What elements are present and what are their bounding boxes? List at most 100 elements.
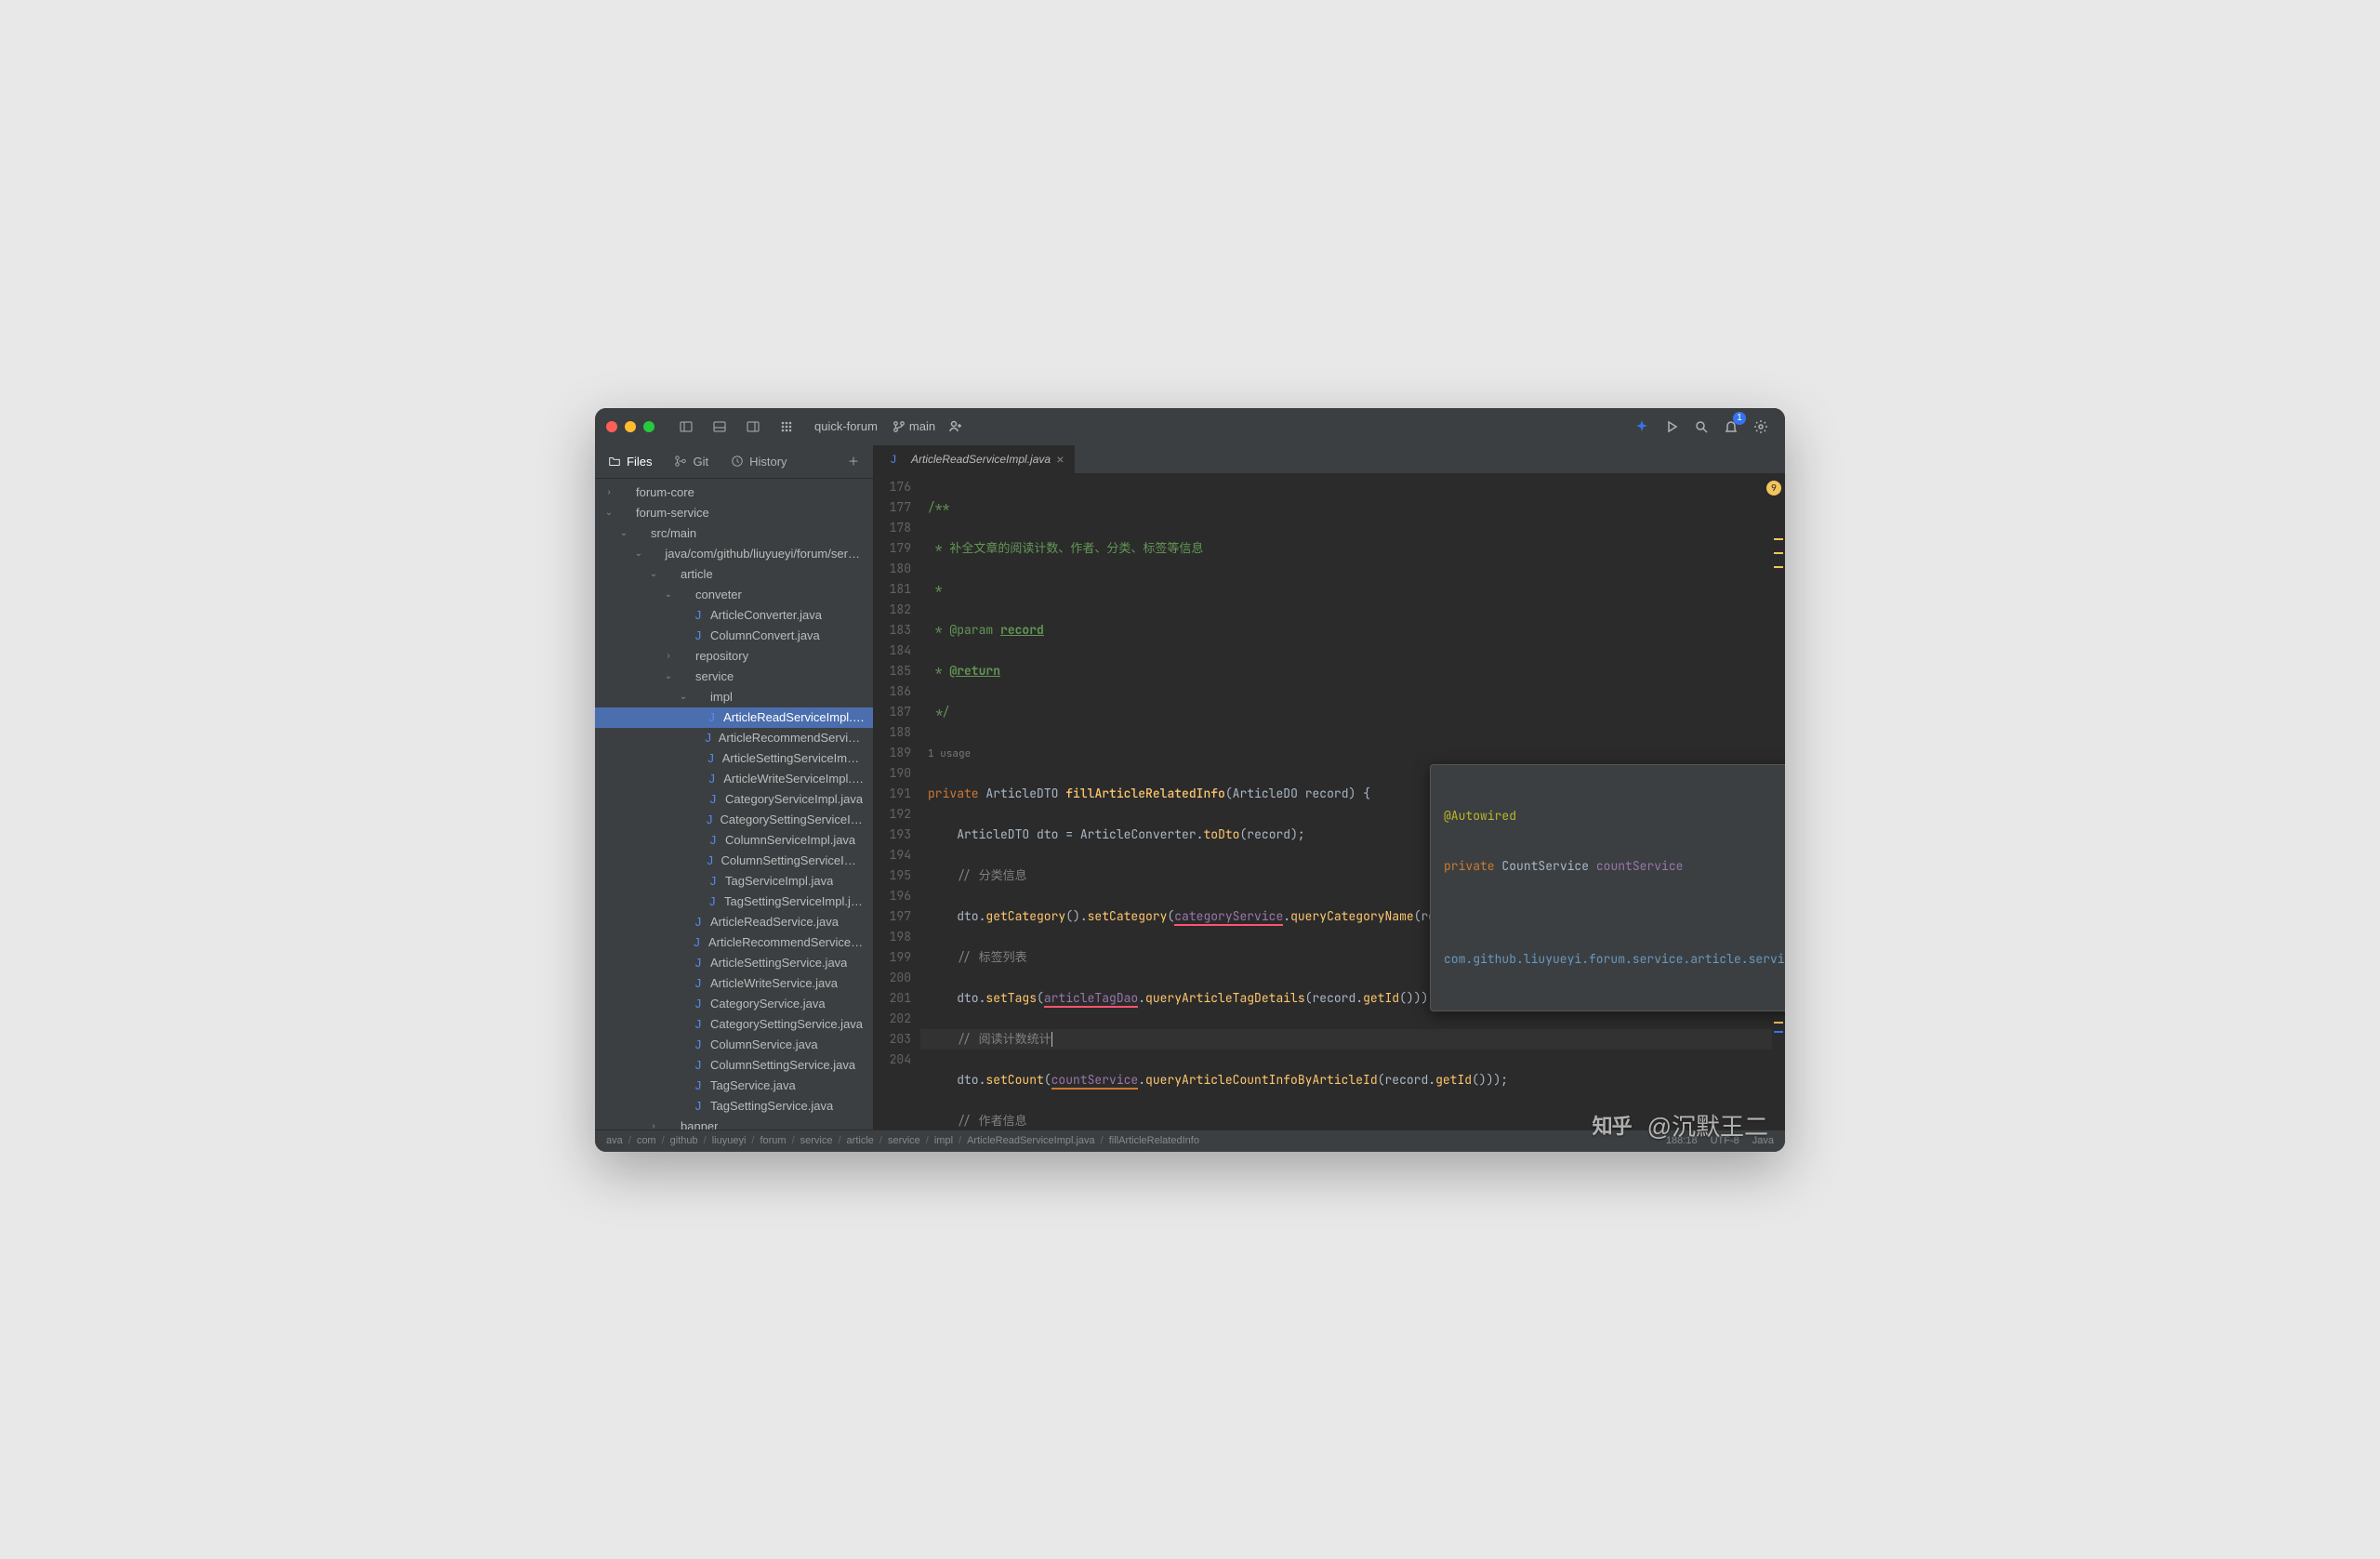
tree-item-label: impl <box>710 690 733 704</box>
breadcrumb-segment[interactable]: ava <box>606 1135 623 1146</box>
breadcrumb-segment[interactable]: impl <box>934 1135 953 1146</box>
cursor-position[interactable]: 188:18 <box>1666 1135 1698 1146</box>
tab-git-label: Git <box>693 455 708 469</box>
file-tree-file[interactable]: JArticleReadServiceImpl.java <box>595 707 873 728</box>
file-tree-file[interactable]: JColumnService.java <box>595 1035 873 1055</box>
breadcrumb-segment[interactable]: liuyueyi <box>712 1135 747 1146</box>
editor-area: J ArticleReadServiceImpl.java × 17617717… <box>874 445 1785 1130</box>
file-tree-file[interactable]: JArticleSettingService.java <box>595 953 873 973</box>
breadcrumb[interactable]: ava/com/github/liuyueyi/forum/service/ar… <box>606 1135 1199 1146</box>
tab-files[interactable]: Files <box>602 451 657 472</box>
apps-icon[interactable] <box>774 414 800 440</box>
file-tree-file[interactable]: JTagSettingServiceImpl.java <box>595 892 873 912</box>
tab-history-label: History <box>749 455 787 469</box>
breadcrumb-segment[interactable]: com <box>637 1135 656 1146</box>
panel-left-icon[interactable] <box>673 414 699 440</box>
file-encoding[interactable]: UTF-8 <box>1711 1135 1739 1146</box>
warning-count-badge[interactable]: 9 <box>1766 481 1781 495</box>
file-tabs: J ArticleReadServiceImpl.java × <box>874 445 1785 473</box>
chevron-icon: ⌄ <box>617 528 630 538</box>
breadcrumb-segment[interactable]: fillArticleRelatedInfo <box>1109 1135 1199 1146</box>
panel-right-icon[interactable] <box>740 414 766 440</box>
close-tab-icon[interactable]: × <box>1056 452 1064 467</box>
tab-history[interactable]: History <box>725 451 792 472</box>
code-editor[interactable]: 1761771781791801811821831841851861871881… <box>874 473 1785 1130</box>
tree-item-label: CategoryServiceImpl.java <box>725 792 863 806</box>
file-tree-file[interactable]: JArticleWriteServiceImpl.java <box>595 769 873 789</box>
maximize-window-button[interactable] <box>643 421 654 432</box>
add-user-icon[interactable] <box>943 414 969 440</box>
file-tree-file[interactable]: JColumnSettingService.java <box>595 1055 873 1076</box>
file-tree[interactable]: ›forum-core⌄forum-service⌄src/main⌄java/… <box>595 479 873 1130</box>
file-tree-file[interactable]: JColumnSettingServiceImpl.java <box>595 851 873 871</box>
file-tree-file[interactable]: JArticleConverter.java <box>595 605 873 626</box>
file-tree-folder[interactable]: ⌄java/com/github/liuyueyi/forum/service <box>595 544 873 564</box>
file-tree-file[interactable]: JArticleRecommendServiceImpl.java <box>595 728 873 748</box>
file-tree-folder[interactable]: ›repository <box>595 646 873 667</box>
breadcrumb-segment[interactable]: forum <box>760 1135 786 1146</box>
folder-icon <box>608 455 621 468</box>
search-icon[interactable] <box>1688 414 1714 440</box>
git-branch[interactable]: main <box>892 419 935 433</box>
file-tree-file[interactable]: JCategoryServiceImpl.java <box>595 789 873 810</box>
tree-item-label: ColumnServiceImpl.java <box>725 833 855 847</box>
file-tree-file[interactable]: JColumnConvert.java <box>595 626 873 646</box>
file-tree-folder[interactable]: ⌄impl <box>595 687 873 707</box>
java-file-icon: J <box>689 935 705 949</box>
file-tree-file[interactable]: JArticleSettingServiceImpl.java <box>595 748 873 769</box>
file-tree-folder[interactable]: ›banner <box>595 1116 873 1130</box>
add-tab-button[interactable] <box>841 451 866 471</box>
minimize-window-button[interactable] <box>625 421 636 432</box>
close-window-button[interactable] <box>606 421 617 432</box>
tree-item-label: conveter <box>695 588 742 601</box>
project-name[interactable]: quick-forum <box>814 419 878 433</box>
tree-item-label: ArticleReadService.java <box>710 915 839 929</box>
java-file-icon: J <box>690 956 707 970</box>
file-tree-folder[interactable]: ⌄ conveter <box>595 585 873 605</box>
ai-icon[interactable] <box>1629 414 1655 440</box>
quick-doc-popup: @Autowired private CountService countSer… <box>1430 764 1785 1011</box>
file-tree-folder[interactable]: ⌄article <box>595 564 873 585</box>
file-tree-file[interactable]: JTagSettingService.java <box>595 1096 873 1116</box>
breadcrumb-segment[interactable]: service <box>888 1135 920 1146</box>
file-tree-file[interactable]: JCategoryService.java <box>595 994 873 1014</box>
breadcrumb-segment[interactable]: service <box>800 1135 833 1146</box>
file-tree-folder[interactable]: ›forum-core <box>595 482 873 503</box>
file-tree-file[interactable]: JCategorySettingService.java <box>595 1014 873 1035</box>
file-tree-file[interactable]: JTagService.java <box>595 1076 873 1096</box>
settings-icon[interactable] <box>1748 414 1774 440</box>
file-tree-file[interactable]: J ColumnServiceImpl.java <box>595 830 873 851</box>
chevron-icon: › <box>647 1121 660 1130</box>
sidebar: Files Git History ›forum-core⌄forum-serv… <box>595 445 874 1130</box>
file-tree-folder[interactable]: ⌄src/main <box>595 523 873 544</box>
breadcrumb-segment[interactable]: ArticleReadServiceImpl.java <box>967 1135 1095 1146</box>
tree-item-label: ArticleReadServiceImpl.java <box>723 710 866 724</box>
code-content[interactable]: /** * 补全文章的阅读计数、作者、分类、标签等信息 * * @param r… <box>920 473 1785 1130</box>
tree-item-label: ArticleConverter.java <box>710 608 822 622</box>
file-tree-file[interactable]: JTagServiceImpl.java <box>595 871 873 892</box>
file-tree-file[interactable]: JArticleRecommendService.java <box>595 932 873 953</box>
java-file-icon: J <box>705 833 721 847</box>
file-tree-file[interactable]: JCategorySettingServiceImpl.java <box>595 810 873 830</box>
tab-git[interactable]: Git <box>668 451 714 472</box>
java-file-icon: J <box>690 628 707 642</box>
file-tree-folder[interactable]: ⌄service <box>595 667 873 687</box>
file-tree-file[interactable]: JArticleWriteService.java <box>595 973 873 994</box>
breadcrumb-segment[interactable]: github <box>670 1135 698 1146</box>
breadcrumb-segment[interactable]: article <box>847 1135 874 1146</box>
file-tree-folder[interactable]: ⌄forum-service <box>595 503 873 523</box>
chevron-icon: ⌄ <box>662 589 675 600</box>
file-tree-file[interactable]: JArticleReadService.java <box>595 912 873 932</box>
file-language[interactable]: Java <box>1752 1135 1774 1146</box>
file-tab-active[interactable]: J ArticleReadServiceImpl.java × <box>874 445 1076 473</box>
chevron-icon: ⌄ <box>602 508 615 518</box>
notifications-icon[interactable]: 1 <box>1718 414 1744 440</box>
run-icon[interactable] <box>1659 414 1685 440</box>
file-tab-label: ArticleReadServiceImpl.java <box>911 453 1051 466</box>
java-file-icon: J <box>690 1058 707 1072</box>
java-file-icon: J <box>690 608 707 622</box>
java-file-icon: J <box>690 915 707 929</box>
tree-item-label: java/com/github/liuyueyi/forum/service <box>665 547 866 561</box>
panel-bottom-icon[interactable] <box>707 414 733 440</box>
tree-item-label: ColumnSettingService.java <box>710 1058 855 1072</box>
